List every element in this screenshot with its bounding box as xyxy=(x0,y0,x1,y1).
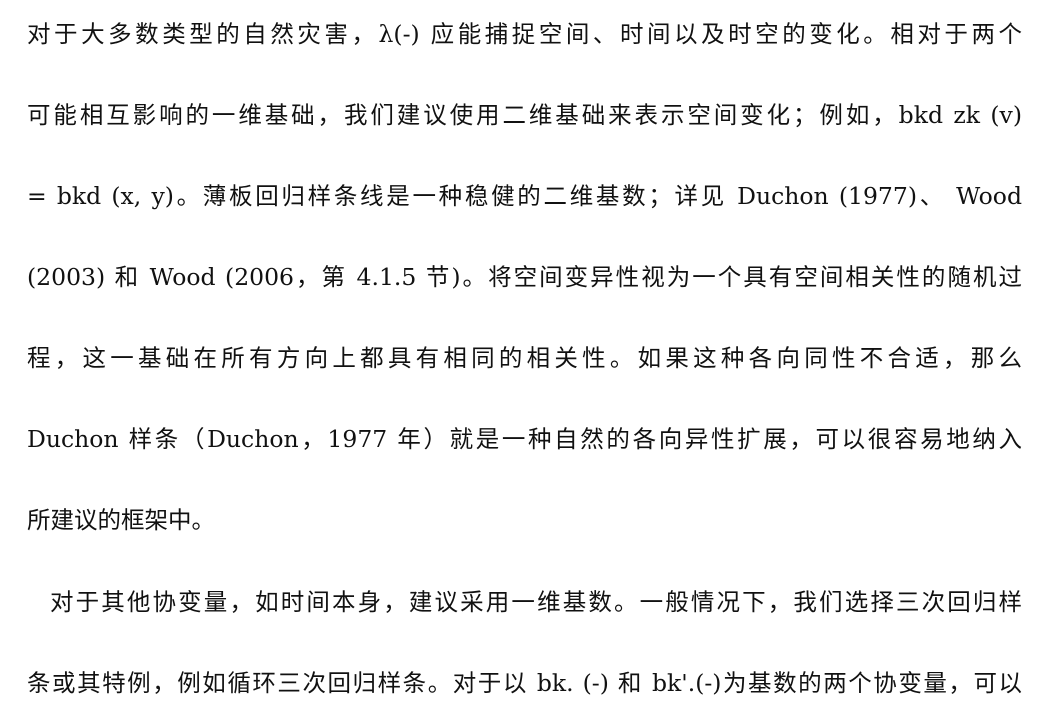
paragraph-1-line-5: 程，这一基础在所有方向上都具有相同的相关性。如果这种各向同性不合适，那么 xyxy=(27,344,1022,372)
paragraph-1-line-3: = bkd (x, y)。薄板回归样条线是一种稳健的二维基数；详见 Duchon… xyxy=(27,182,1022,210)
paragraph-2-line-1: 对于其他协变量，如时间本身，建议采用一维基数。一般情况下，我们选择三次回归样 xyxy=(50,588,1022,616)
paragraph-1-line-1: 对于大多数类型的自然灾害，λ(-) 应能捕捉空间、时间以及时空的变化。相对于两个 xyxy=(27,20,1022,48)
paragraph-1-line-2: 可能相互影响的一维基础，我们建议使用二维基础来表示空间变化；例如，bkd zk … xyxy=(27,101,1022,129)
paragraph-1-line-4: (2003) 和 Wood (2006，第 4.1.5 节)。将空间变异性视为一… xyxy=(27,263,1022,291)
paragraph-1-line-6: Duchon 样条（Duchon，1977 年）就是一种自然的各向异性扩展，可以… xyxy=(27,425,1022,453)
document-page: 对于大多数类型的自然灾害，λ(-) 应能捕捉空间、时间以及时空的变化。相对于两个… xyxy=(0,0,1040,712)
paragraph-1-line-7: 所建议的框架中。 xyxy=(27,506,215,534)
paragraph-2-line-2: 条或其特例，例如循环三次回归样条。对于以 bk. (-) 和 bk'.(-)为基… xyxy=(27,669,1022,697)
